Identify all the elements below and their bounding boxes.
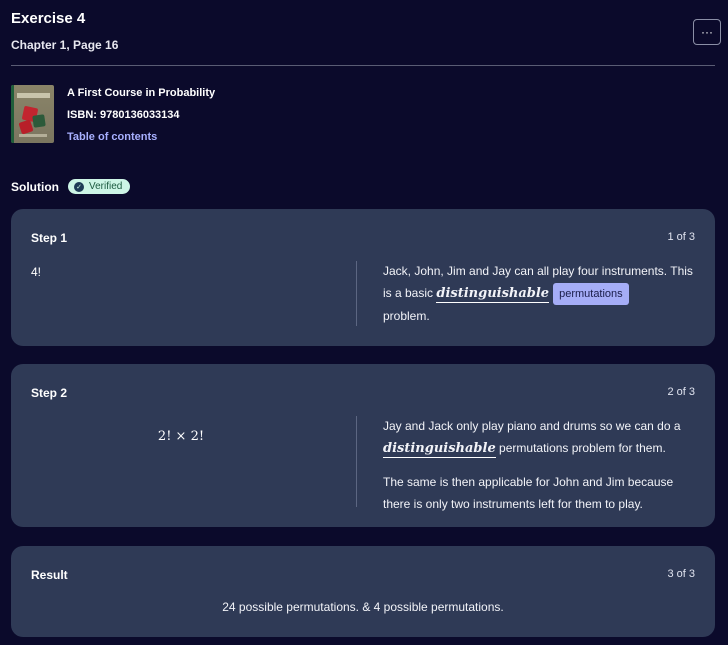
step-divider — [356, 416, 357, 507]
step-text-end: permutations problem for them. — [495, 441, 666, 455]
book-title: A First Course in Probability — [67, 87, 216, 99]
result-title: Result — [31, 568, 68, 582]
header-divider — [11, 65, 715, 66]
step-text-end: problem. — [383, 309, 430, 323]
more-options-button[interactable]: ··· — [693, 19, 721, 45]
step-explanation: Jack, John, Jim and Jay can all play fou… — [383, 260, 699, 327]
step-counter: 2 of 3 — [667, 386, 695, 398]
verified-badge: ✓ Verified — [68, 179, 131, 194]
book-isbn: ISBN: 9780136033134 — [67, 109, 180, 121]
book-cover-image[interactable] — [11, 85, 54, 143]
math-term: distinguishable — [436, 286, 550, 303]
step-math: 2! × 2! — [157, 429, 205, 444]
step-title: Step 2 — [31, 386, 68, 400]
result-card: Result 3 of 3 24 possible permutations. … — [11, 546, 715, 637]
verified-check-icon: ✓ — [74, 181, 84, 192]
solution-label: Solution — [11, 179, 59, 194]
ellipsis-icon: ··· — [701, 25, 713, 39]
table-of-contents-link[interactable]: Table of contents — [67, 131, 157, 143]
step-card-2: Step 2 2 of 3 2! × 2! Jay and Jack only … — [11, 364, 715, 527]
step-text-2: The same is then applicable for John and… — [383, 475, 674, 511]
step-divider — [356, 261, 357, 326]
result-counter: 3 of 3 — [667, 568, 695, 580]
result-text: 24 possible permutations. & 4 possible p… — [222, 600, 504, 614]
textbook-info: A First Course in Probability ISBN: 9780… — [11, 85, 215, 145]
solution-header: Solution ✓ Verified — [11, 179, 131, 194]
step-counter: 1 of 3 — [667, 231, 695, 243]
exercise-title: Exercise 4 — [11, 10, 86, 27]
step-title: Step 1 — [31, 231, 68, 245]
verified-badge-label: Verified — [89, 181, 123, 192]
math-term: distinguishable — [383, 441, 496, 458]
exercise-subtitle: Chapter 1, Page 16 — [11, 38, 119, 52]
step-text: Jay and Jack only play piano and drums s… — [383, 419, 681, 433]
step-card-1: Step 1 1 of 3 4! Jack, John, Jim and Jay… — [11, 209, 715, 346]
step-math: 4! — [31, 265, 42, 279]
step-explanation: Jay and Jack only play piano and drums s… — [383, 415, 699, 515]
permutations-chip[interactable]: permutations — [553, 283, 629, 305]
exercise-header: Exercise 4 Chapter 1, Page 16 ··· — [11, 10, 721, 52]
